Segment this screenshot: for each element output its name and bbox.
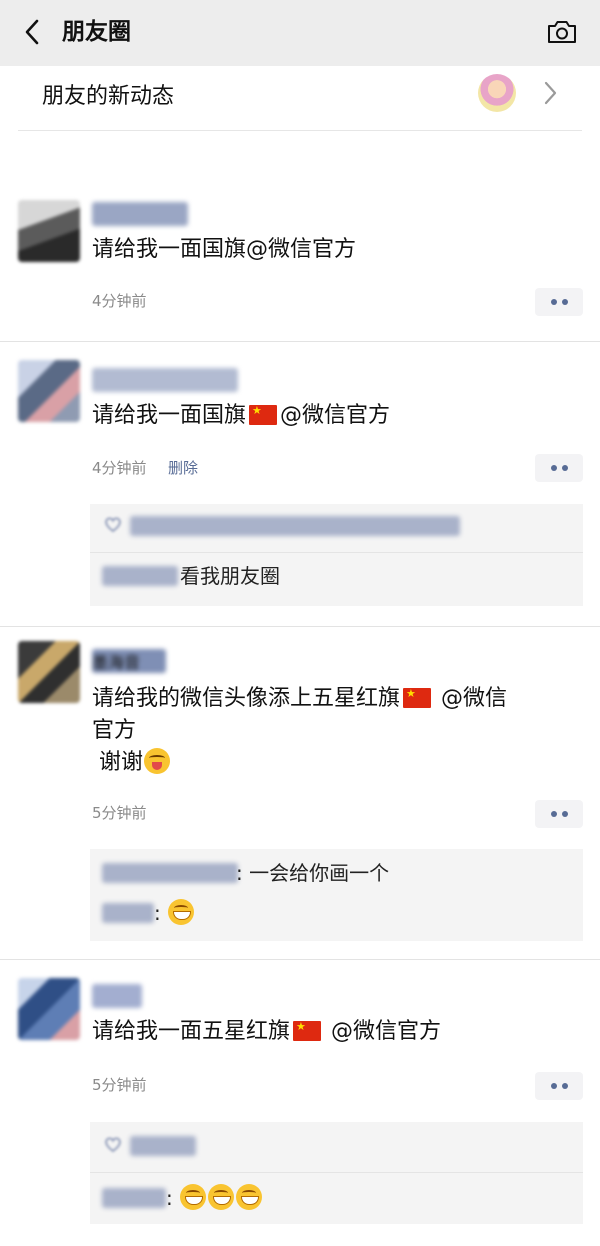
comment-text: : (166, 1184, 263, 1212)
avatar[interactable] (18, 641, 80, 703)
avatar[interactable] (18, 200, 80, 262)
camera-icon (548, 21, 576, 43)
commenter-name-blurred[interactable] (102, 1188, 166, 1208)
heart-icon (105, 517, 121, 532)
user-name-blurred[interactable]: 墨海音 (92, 649, 166, 673)
user-name-blurred[interactable] (92, 202, 188, 226)
chevron-right-icon (538, 78, 562, 108)
moment-post: 请给我一面国旗@微信官方 4分钟前 删除 看我朋友圈 (0, 342, 600, 626)
avatar[interactable] (18, 360, 80, 422)
avatar[interactable] (18, 978, 80, 1040)
back-button[interactable] (14, 14, 50, 50)
comments-box: : 一会给你画一个 : (90, 849, 583, 941)
post-text: 请给我一面国旗@微信官方 (92, 237, 357, 262)
comment-text: : 一会给你画一个 (236, 861, 390, 885)
divider (18, 130, 582, 131)
more-actions-button[interactable] (535, 288, 583, 316)
divider (90, 552, 583, 553)
likes-list-blurred[interactable] (130, 516, 460, 536)
more-actions-button[interactable] (535, 454, 583, 482)
grin-emoji-icon (168, 899, 195, 925)
china-flag-icon (403, 688, 432, 708)
delete-link[interactable]: 删除 (168, 457, 198, 478)
post-text: 请给我一面五星红旗 @微信官方 (92, 1016, 572, 1048)
chevron-left-icon (25, 19, 39, 45)
moment-post: 墨海音 请给我的微信头像添上五星红旗 @微信官方 谢谢 5分钟前 : 一会给你画… (0, 627, 600, 959)
post-time: 4分钟前 (92, 459, 147, 477)
page-title: 朋友圈 (62, 19, 131, 45)
comment-text: : (154, 899, 195, 927)
post-text: 请给我的微信头像添上五星红旗 @微信官方 谢谢 (92, 683, 562, 779)
commenter-name-blurred[interactable] (102, 566, 178, 586)
user-name-blurred[interactable] (92, 368, 238, 392)
wink-tongue-emoji-icon (144, 748, 171, 774)
comment-text: 看我朋友圈 (180, 564, 280, 588)
new-updates-row[interactable]: 朋友的新动态 (0, 66, 600, 132)
heart-icon (105, 1137, 121, 1152)
comments-box: : (90, 1122, 583, 1224)
new-updates-label: 朋友的新动态 (42, 84, 175, 109)
post-time: 5分钟前 (92, 1076, 147, 1094)
grin-emoji-icon (208, 1184, 235, 1210)
post-text: 请给我一面国旗@微信官方 (92, 400, 572, 432)
grin-emoji-icon (180, 1184, 207, 1210)
friend-avatar (478, 74, 516, 112)
china-flag-icon (249, 405, 278, 425)
moment-post: 请给我一面国旗@微信官方 4分钟前 (0, 190, 600, 340)
divider (90, 1172, 583, 1173)
more-actions-button[interactable] (535, 800, 583, 828)
grin-emoji-icon (236, 1184, 263, 1210)
commenter-name-blurred[interactable] (102, 903, 154, 923)
commenter-name-blurred[interactable] (102, 863, 238, 883)
more-actions-button[interactable] (535, 1072, 583, 1100)
camera-button[interactable] (544, 14, 580, 50)
moment-post: 请给我一面五星红旗 @微信官方 5分钟前 : (0, 960, 600, 1246)
china-flag-icon (293, 1021, 322, 1041)
user-name-blurred[interactable] (92, 984, 142, 1008)
post-time: 4分钟前 (92, 292, 147, 310)
top-bar: 朋友圈 (0, 0, 600, 66)
comments-box: 看我朋友圈 (90, 504, 583, 606)
post-time: 5分钟前 (92, 804, 147, 822)
likes-list-blurred[interactable] (130, 1136, 196, 1156)
